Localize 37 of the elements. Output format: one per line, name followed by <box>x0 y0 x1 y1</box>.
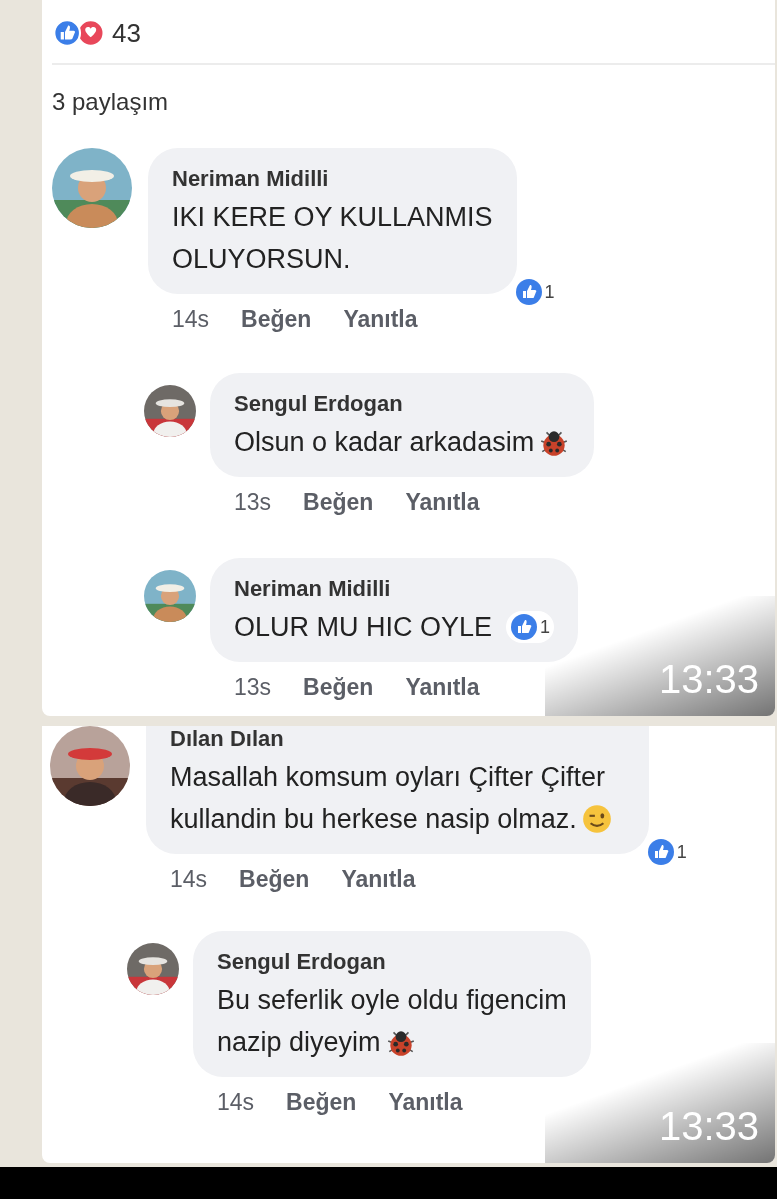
comment-age: 13s <box>234 489 272 516</box>
comment-age: 14s <box>170 866 208 893</box>
comment-text: Bu seferlik oyle oldu figencim <box>217 984 567 1017</box>
author-name[interactable]: Sengul Erdogan <box>217 949 386 975</box>
comment-text: kullandin bu herkese nasip olmaz. <box>170 803 577 836</box>
like-link[interactable]: Beğen <box>241 306 312 333</box>
comment-text: nazip diyeyim <box>217 1026 381 1059</box>
like-icon <box>514 278 543 306</box>
reply-link[interactable]: Yanıtla <box>388 1089 463 1116</box>
author-name[interactable]: Sengul Erdogan <box>234 391 403 417</box>
winking-face-icon <box>580 803 613 835</box>
comment-age: 13s <box>234 674 272 701</box>
comment-text: IKI KERE OY KULLANMIS <box>172 201 493 234</box>
time-label: 13:33 <box>658 1104 759 1149</box>
comment-text: OLUR MU HIC OYLE <box>234 611 493 644</box>
like-link[interactable]: Beğen <box>239 866 310 893</box>
reaction-count[interactable]: 43 <box>112 17 141 49</box>
shares-count[interactable]: 3 paylaşım <box>52 88 775 116</box>
like-icon <box>510 613 539 641</box>
author-name[interactable]: Dılan Dılan <box>170 726 284 752</box>
like-link[interactable]: Beğen <box>303 489 374 516</box>
reply-link[interactable]: Yanıtla <box>405 674 480 701</box>
comment-text: Olsun o kadar arkadasim <box>234 426 535 459</box>
reply-link[interactable]: Yanıtla <box>405 489 480 516</box>
comment-age: 14s <box>172 306 210 333</box>
like-link[interactable]: Beğen <box>286 1089 357 1116</box>
comment-text: OLUYORSUN. <box>172 243 351 276</box>
comment-age: 14s <box>217 1089 255 1116</box>
reply-link[interactable]: Yanıtla <box>341 866 416 893</box>
like-link[interactable]: Beğen <box>303 674 374 701</box>
time-label: 13:33 <box>658 657 759 702</box>
reply-link[interactable]: Yanıtla <box>343 306 418 333</box>
author-name[interactable]: Neriman Midilli <box>234 576 391 602</box>
like-icon <box>646 838 675 866</box>
comment-text: Masallah komsum oyları Çifter Çifter <box>170 761 606 794</box>
author-name[interactable]: Neriman Midilli <box>172 166 329 192</box>
like-count-badge[interactable]: 1 <box>506 611 555 643</box>
